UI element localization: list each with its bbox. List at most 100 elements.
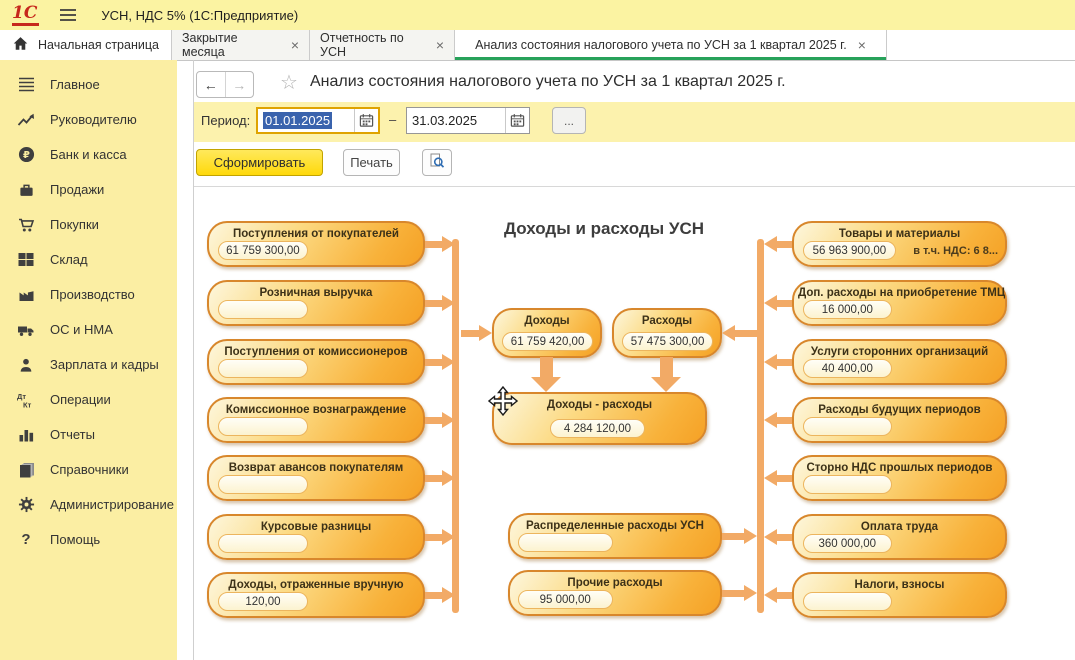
flow-box-title: Сторно НДС прошлых периодов: [794, 462, 1005, 474]
flow-box-taxes-contributions[interactable]: Налоги, взносы: [792, 572, 1007, 618]
flow-arrow: [776, 417, 792, 424]
tab-usn-reporting[interactable]: Отчетность по УСН ×: [310, 30, 455, 60]
flow-box-value: [218, 534, 308, 553]
sidebar-item-payroll-hr[interactable]: Зарплата и кадры: [0, 347, 177, 382]
flow-box-payroll[interactable]: Оплата труда 360 000,00: [792, 514, 1007, 560]
flow-box-title: Комиссионное вознаграждение: [209, 404, 423, 416]
sidebar-item-fixed-assets[interactable]: ОС и НМА: [0, 312, 177, 347]
period-more-button[interactable]: ...: [552, 107, 586, 134]
flow-arrowhead: [479, 325, 492, 341]
flow-box-value: [218, 359, 308, 378]
calendar-icon[interactable]: [505, 108, 529, 133]
sidebar-item-purchases[interactable]: Покупки: [0, 207, 177, 242]
print-button[interactable]: Печать: [343, 149, 400, 176]
flow-arrow: [776, 475, 792, 482]
flow-arrow: [776, 359, 792, 366]
warehouse-grid-icon: [15, 251, 37, 269]
sidebar-item-warehouse[interactable]: Склад: [0, 242, 177, 277]
flow-box-title: Расходы будущих периодов: [794, 404, 1005, 416]
sidebar-item-sales[interactable]: Продажи: [0, 172, 177, 207]
sidebar-item-production[interactable]: Производство: [0, 277, 177, 312]
sidebar-item-label: Покупки: [50, 217, 99, 232]
close-icon[interactable]: ×: [436, 38, 444, 52]
flow-arrowhead: [442, 236, 455, 252]
sidebar-item-reports[interactable]: Отчеты: [0, 417, 177, 452]
period-from-input[interactable]: 01.01.2025: [256, 107, 380, 134]
flow-box-advance-returns[interactable]: Возврат авансов покупателям: [207, 455, 425, 501]
calendar-icon[interactable]: [354, 109, 378, 132]
sidebar-item-label: Главное: [50, 77, 100, 92]
favorite-star-icon[interactable]: ☆: [280, 70, 298, 95]
flow-box-title: Доходы: [494, 315, 600, 327]
flow-arrow: [425, 241, 443, 248]
sidebar-item-administration[interactable]: Администрирование: [0, 487, 177, 522]
flow-arrow-down: [540, 357, 553, 378]
page-title: Анализ состояния налогового учета по УСН…: [310, 73, 786, 91]
flow-box-value: [803, 475, 892, 494]
flow-box-income-from-buyers[interactable]: Поступления от покупателей 61 759 300,00: [207, 221, 425, 267]
generate-button[interactable]: Сформировать: [196, 149, 323, 176]
preview-button[interactable]: [422, 149, 452, 176]
sidebar-item-bank-cash[interactable]: ₽ Банк и касса: [0, 137, 177, 172]
flow-box-commission-fee[interactable]: Комиссионное вознаграждение: [207, 397, 425, 443]
flow-box-manual-income[interactable]: Доходы, отраженные вручную 120,00: [207, 572, 425, 618]
sidebar-item-manager[interactable]: Руководителю: [0, 102, 177, 137]
tab-month-closing[interactable]: Закрытие месяца ×: [172, 30, 310, 60]
sidebar-item-label: Операции: [50, 392, 111, 407]
flow-box-title: Распределенные расходы УСН: [510, 520, 720, 532]
close-icon[interactable]: ×: [858, 38, 866, 52]
sidebar-item-label: Склад: [50, 252, 88, 267]
flow-box-vat-reversal[interactable]: Сторно НДС прошлых периодов: [792, 455, 1007, 501]
flow-box-total-expense[interactable]: Расходы 57 475 300,00: [612, 308, 722, 358]
flow-arrow: [776, 534, 792, 541]
sidebar-item-operations[interactable]: ДтКт Операции: [0, 382, 177, 417]
app-title: УСН, НДС 5% (1С:Предприятие): [101, 8, 298, 23]
flow-box-title: Курсовые разницы: [209, 521, 423, 533]
flow-box-title: Товары и материалы: [794, 228, 1005, 240]
svg-text:Кт: Кт: [23, 400, 32, 409]
flow-box-extra-tmc-costs[interactable]: Доп. расходы на приобретение ТМЦ 16 000,…: [792, 280, 1007, 326]
flow-box-income-from-commissioners[interactable]: Поступления от комиссионеров: [207, 339, 425, 385]
period-to-value: 31.03.2025: [412, 113, 477, 128]
svg-text:₽: ₽: [23, 150, 30, 161]
flow-box-distributed-usn-expenses[interactable]: Распределенные расходы УСН: [508, 513, 722, 559]
flow-box-retail-revenue[interactable]: Розничная выручка: [207, 280, 425, 326]
flow-box-value: [803, 417, 892, 436]
sidebar-item-help[interactable]: ? Помощь: [0, 522, 177, 557]
flow-box-total-income[interactable]: Доходы 61 759 420,00: [492, 308, 602, 358]
flow-box-title: Доп. расходы на приобретение ТМЦ: [794, 287, 1005, 299]
flow-box-title: Поступления от покупателей: [209, 228, 423, 240]
period-label: Период:: [201, 113, 250, 128]
tab-usn-analysis[interactable]: Анализ состояния налогового учета по УСН…: [455, 30, 887, 60]
sidebar-item-label: Администрирование: [50, 497, 174, 512]
flow-box-value: [218, 300, 308, 319]
flow-arrow: [722, 590, 744, 597]
forward-button[interactable]: →: [226, 72, 254, 97]
truck-icon: [15, 321, 37, 339]
flow-box-value: [218, 475, 308, 494]
toolbar-divider: [194, 186, 1075, 187]
main-menu-icon[interactable]: [59, 8, 77, 22]
flow-box-deferred-expenses[interactable]: Расходы будущих периодов: [792, 397, 1007, 443]
flow-arrowhead: [442, 470, 455, 486]
tab-home-page[interactable]: Начальная страница: [0, 30, 172, 60]
flow-box-income-minus-expense[interactable]: Доходы - расходы 4 284 120,00: [492, 392, 707, 445]
sidebar-item-label: Отчеты: [50, 427, 95, 442]
period-to-input[interactable]: 31.03.2025: [406, 107, 530, 134]
sidebar-item-label: Помощь: [50, 532, 100, 547]
back-button[interactable]: ←: [197, 72, 226, 97]
close-icon[interactable]: ×: [291, 38, 299, 52]
flow-box-goods-materials[interactable]: Товары и материалы 56 963 900,00 в т.ч. …: [792, 221, 1007, 267]
flow-box-third-party-services[interactable]: Услуги сторонних организаций 40 400,00: [792, 339, 1007, 385]
flow-box-exchange-differences[interactable]: Курсовые разницы: [207, 514, 425, 560]
sidebar-item-catalogs[interactable]: Справочники: [0, 452, 177, 487]
factory-icon: [15, 286, 37, 304]
ruble-icon: ₽: [15, 146, 37, 164]
flow-arrowhead: [744, 585, 757, 601]
home-icon: [12, 36, 29, 54]
flow-box-other-expenses[interactable]: Прочие расходы 95 000,00: [508, 570, 722, 616]
flow-box-value: [518, 533, 613, 552]
sidebar-item-main[interactable]: Главное: [0, 67, 177, 102]
sidebar-item-label: Производство: [50, 287, 135, 302]
trend-arrow-icon: [15, 111, 37, 129]
